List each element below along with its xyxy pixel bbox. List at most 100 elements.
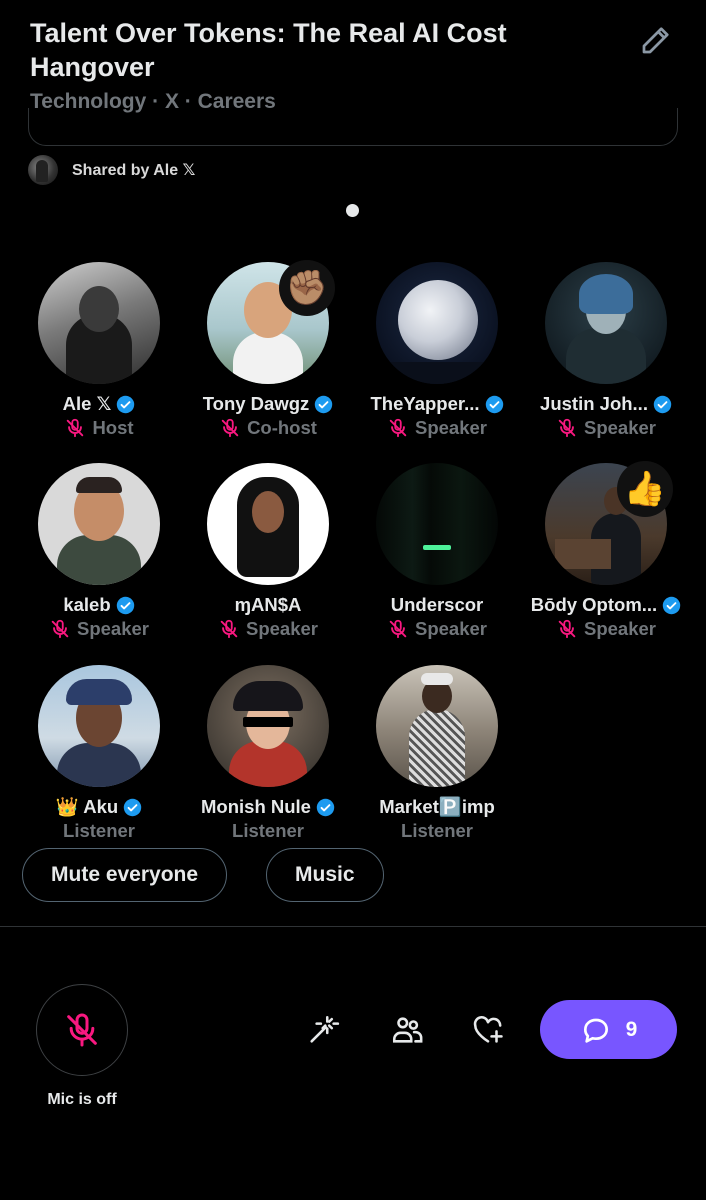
- participant-card[interactable]: Market🅿️imp Listener: [352, 665, 522, 843]
- mic-off-icon: [221, 418, 239, 438]
- role-text: Speaker: [77, 618, 149, 639]
- verified-badge-icon: [116, 596, 134, 614]
- role-text: Listener: [63, 820, 135, 841]
- participant-name-text: kaleb: [63, 594, 111, 615]
- participant-name-text: 👑 Aku: [55, 796, 119, 817]
- participant-card[interactable]: 👑 Aku Listener: [14, 665, 184, 843]
- role-text: Co-host: [247, 417, 317, 438]
- avatar[interactable]: [207, 463, 329, 585]
- music-button[interactable]: Music: [266, 848, 384, 902]
- space-title: Talent Over Tokens: The Real AI Cost Han…: [30, 18, 507, 82]
- verified-badge-icon: [662, 596, 681, 614]
- avatar[interactable]: [38, 665, 160, 787]
- avatar[interactable]: 👍: [545, 461, 673, 585]
- avatar[interactable]: [207, 665, 329, 787]
- participant-role: Host: [14, 416, 184, 440]
- participant-name: Ale 𝕏: [14, 392, 184, 416]
- avatar[interactable]: [38, 463, 160, 585]
- mic-off-icon: [67, 418, 84, 438]
- reaction-emoji: ✊🏽: [279, 260, 335, 316]
- participant-name: Market🅿️imp: [352, 795, 522, 819]
- effects-button[interactable]: [301, 1008, 345, 1052]
- shared-by-label: Shared by Ale 𝕏: [72, 162, 196, 179]
- participant-name-text: Monish Nule: [201, 796, 311, 817]
- participant-role: Co-host: [183, 416, 353, 440]
- verified-badge-icon: [117, 395, 135, 413]
- pencil-icon: [642, 27, 669, 54]
- page-indicator-dot: [346, 204, 359, 217]
- participant-name-text: Tony Dawgz: [202, 393, 310, 414]
- avatar[interactable]: ✊🏽: [207, 260, 335, 384]
- mic-off-icon: [220, 619, 238, 639]
- mic-off-icon: [389, 619, 407, 639]
- mic-off-icon: [558, 619, 576, 639]
- comment-count: 9: [625, 1017, 638, 1041]
- participant-card[interactable]: TheYapper... Speaker: [352, 262, 522, 440]
- participant-name-text: Underscor: [390, 594, 484, 615]
- role-text: Speaker: [415, 618, 487, 639]
- magic-wand-icon: [310, 1015, 340, 1043]
- divider: [0, 926, 706, 927]
- participant-name: Bōdy Optom...: [521, 593, 691, 617]
- participant-name: Justin Joh...: [521, 392, 691, 416]
- role-text: Speaker: [246, 618, 318, 639]
- heart-plus-icon: [473, 1016, 503, 1043]
- participant-name: kaleb: [14, 593, 184, 617]
- participant-card[interactable]: ɱAN$A Speaker: [183, 463, 353, 641]
- participants-button[interactable]: [385, 1008, 429, 1052]
- verified-badge-icon: [653, 395, 672, 413]
- mic-off-icon: [51, 619, 69, 639]
- avatar[interactable]: [38, 262, 160, 384]
- avatar[interactable]: [545, 262, 667, 384]
- mute-everyone-button[interactable]: Mute everyone: [22, 848, 228, 902]
- mic-off-icon: [558, 418, 576, 438]
- participant-role: Speaker: [521, 416, 691, 440]
- comments-button[interactable]: 9: [540, 1000, 677, 1059]
- role-text: Speaker: [584, 417, 656, 438]
- role-text: Listener: [401, 820, 473, 841]
- participant-role: Speaker: [521, 617, 691, 641]
- participant-role: Speaker: [352, 617, 522, 641]
- participant-name: Monish Nule: [183, 795, 353, 819]
- participant-card[interactable]: 👍 Bōdy Optom... Speaker: [521, 461, 691, 641]
- verified-badge-icon: [315, 395, 333, 413]
- participant-card[interactable]: Underscor Speaker: [352, 463, 522, 641]
- participant-role: Speaker: [183, 617, 353, 641]
- participant-card[interactable]: Ale 𝕏 Host: [14, 262, 184, 440]
- role-text: Speaker: [415, 417, 487, 438]
- participant-role: Listener: [14, 819, 184, 843]
- participant-name-text: Ale 𝕏: [62, 393, 112, 414]
- participant-name-text: Justin Joh...: [540, 393, 648, 414]
- participant-name-text: TheYapper...: [370, 393, 480, 414]
- people-icon: [392, 1017, 423, 1043]
- participant-name: ɱAN$A: [183, 593, 353, 617]
- participant-role: Speaker: [14, 617, 184, 641]
- participant-card[interactable]: Monish Nule Listener: [183, 665, 353, 843]
- mic-toggle-button[interactable]: [36, 984, 128, 1076]
- role-text: Host: [92, 417, 134, 438]
- title-card-border: [28, 108, 678, 146]
- role-text: Listener: [232, 820, 304, 841]
- shared-by-row[interactable]: Shared by Ale 𝕏: [28, 155, 195, 185]
- participant-role: Listener: [352, 819, 522, 843]
- participant-name-text: ɱAN$A: [234, 594, 302, 615]
- avatar[interactable]: [376, 463, 498, 585]
- participant-name: Underscor: [352, 593, 522, 617]
- participant-role: Speaker: [352, 416, 522, 440]
- verified-badge-icon: [316, 798, 335, 816]
- role-text: Speaker: [584, 618, 656, 639]
- participant-card[interactable]: ✊🏽 Tony Dawgz Co-host: [183, 260, 353, 440]
- participant-card[interactable]: Justin Joh... Speaker: [521, 262, 691, 440]
- participant-card[interactable]: kaleb Speaker: [14, 463, 184, 641]
- participant-name: TheYapper...: [352, 392, 522, 416]
- participant-name: 👑 Aku: [14, 795, 184, 819]
- sharer-avatar[interactable]: [28, 155, 58, 185]
- participant-name-text: Bōdy Optom...: [530, 594, 658, 615]
- avatar[interactable]: [376, 665, 498, 787]
- mic-status-label: Mic is off: [47, 1091, 117, 1108]
- participant-role: Listener: [183, 819, 353, 843]
- avatar[interactable]: [376, 262, 498, 384]
- verified-badge-icon: [485, 395, 503, 413]
- edit-button[interactable]: [634, 18, 678, 62]
- favorite-button[interactable]: [466, 1008, 510, 1052]
